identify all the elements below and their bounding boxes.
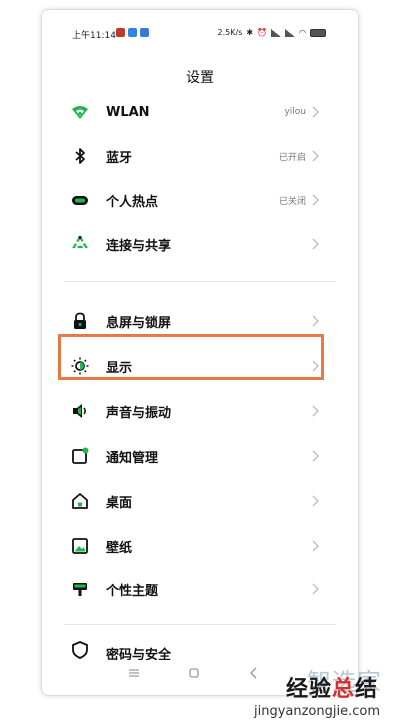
battery-icon bbox=[310, 28, 326, 37]
settings-item-value: 已关闭 bbox=[278, 196, 306, 207]
watermark-title-red: 总 bbox=[331, 677, 355, 702]
settings-item-display[interactable]: 显示 bbox=[42, 344, 358, 388]
status-bar: 上午11:14 2.5K/s ✱ ⏰ ◠ bbox=[42, 10, 358, 46]
bluetooth-status-icon: ✱ bbox=[246, 28, 254, 37]
settings-item-connection-share[interactable]: 连接与共享 bbox=[42, 222, 358, 266]
signal-icon bbox=[271, 28, 282, 37]
hotspot-icon bbox=[71, 191, 89, 209]
connection-share-icon bbox=[71, 235, 89, 253]
settings-item-sound[interactable]: 声音与振动 bbox=[42, 389, 358, 433]
settings-item-label: 息屏与锁屏 bbox=[106, 315, 172, 331]
settings-item-label: 声音与振动 bbox=[106, 405, 172, 421]
settings-item-label: 蓝牙 bbox=[106, 150, 133, 166]
settings-item-label: 壁纸 bbox=[106, 540, 133, 556]
status-app-icons bbox=[116, 28, 149, 37]
watermark-title-part: 经验 bbox=[285, 677, 332, 702]
settings-item-label: 显示 bbox=[106, 360, 133, 376]
home-button-icon[interactable] bbox=[184, 665, 204, 681]
settings-item-label: 连接与共享 bbox=[106, 238, 172, 254]
menu-icon[interactable] bbox=[124, 665, 144, 681]
brightness-icon bbox=[71, 357, 89, 375]
watermark-title: 经验总结 bbox=[286, 671, 378, 703]
settings-item-home[interactable]: 桌面 bbox=[42, 479, 358, 523]
chevron-right-icon bbox=[312, 360, 319, 372]
section-divider bbox=[64, 624, 336, 625]
chevron-right-icon bbox=[312, 315, 319, 327]
page-title: 设置 bbox=[186, 70, 214, 86]
alarm-icon: ⏰ bbox=[257, 28, 268, 37]
chevron-right-icon bbox=[312, 540, 319, 552]
chevron-right-icon bbox=[312, 583, 319, 595]
settings-item-hotspot[interactable]: 个人热点 已关闭 bbox=[42, 178, 358, 222]
watermark-title-part: 结 bbox=[354, 677, 378, 702]
settings-item-notifications[interactable]: 通知管理 bbox=[42, 434, 358, 478]
settings-item-bluetooth[interactable]: 蓝牙 已开启 bbox=[42, 134, 358, 178]
chevron-right-icon bbox=[312, 238, 319, 250]
app-notification-icon bbox=[140, 28, 149, 37]
settings-item-wlan[interactable]: WLAN yilou bbox=[42, 90, 358, 134]
theme-icon bbox=[71, 580, 89, 598]
notification-icon bbox=[71, 447, 89, 465]
settings-item-value: yilou bbox=[284, 107, 306, 117]
back-icon[interactable] bbox=[244, 665, 264, 681]
speaker-icon bbox=[71, 402, 89, 420]
chevron-right-icon bbox=[312, 450, 319, 462]
settings-item-label: 通知管理 bbox=[106, 450, 159, 466]
status-time: 上午11:14 bbox=[72, 31, 116, 41]
settings-item-label: 个性主题 bbox=[106, 583, 159, 599]
network-speed: 2.5K/s bbox=[217, 28, 243, 37]
signal-icon bbox=[285, 28, 296, 37]
section-divider bbox=[64, 281, 336, 282]
chevron-right-icon bbox=[312, 106, 319, 118]
settings-item-theme[interactable]: 个性主题 bbox=[42, 567, 358, 611]
app-notification-icon bbox=[128, 28, 137, 37]
status-indicators: 2.5K/s ✱ ⏰ ◠ bbox=[217, 28, 326, 37]
home-icon bbox=[71, 492, 89, 510]
settings-item-label: 桌面 bbox=[106, 495, 133, 511]
lock-icon bbox=[71, 312, 89, 330]
wallpaper-icon bbox=[71, 537, 89, 555]
wifi-icon bbox=[71, 103, 89, 121]
settings-item-value: 已开启 bbox=[278, 152, 306, 163]
chevron-right-icon bbox=[312, 495, 319, 507]
settings-item-lock-screen[interactable]: 息屏与锁屏 bbox=[42, 299, 358, 343]
settings-item-label: WLAN bbox=[106, 104, 150, 120]
phone-screen: 上午11:14 2.5K/s ✱ ⏰ ◠ 设置 WLAN yilou 蓝牙 已开… bbox=[42, 10, 358, 695]
chevron-right-icon bbox=[312, 405, 319, 417]
watermark-url: jingyanzongjie.com bbox=[253, 704, 380, 719]
wifi-status-icon: ◠ bbox=[299, 28, 306, 37]
app-notification-icon bbox=[116, 28, 125, 37]
settings-item-wallpaper[interactable]: 壁纸 bbox=[42, 524, 358, 568]
chevron-right-icon bbox=[312, 150, 319, 162]
bluetooth-icon bbox=[71, 147, 89, 165]
chevron-right-icon bbox=[312, 194, 319, 206]
settings-item-label: 个人热点 bbox=[106, 194, 159, 210]
